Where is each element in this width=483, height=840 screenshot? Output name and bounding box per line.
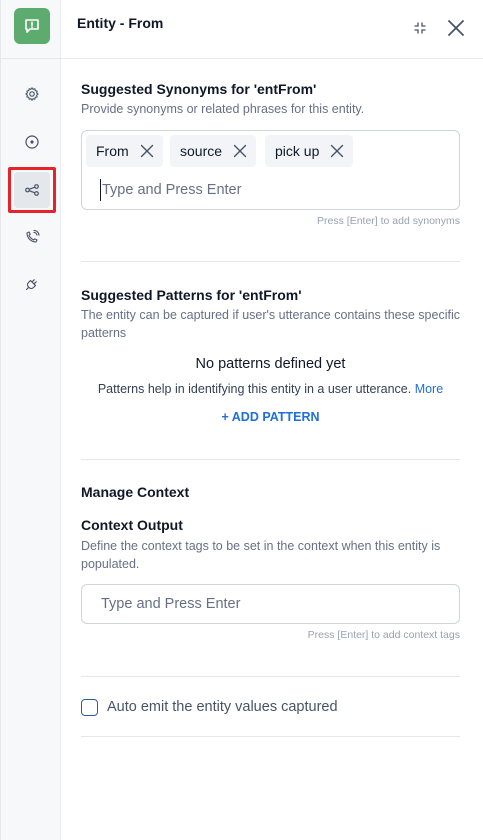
synonym-chip: pick up (265, 135, 354, 167)
active-item-highlight (8, 167, 56, 213)
synonym-input[interactable] (100, 179, 430, 201)
close-icon (140, 144, 153, 158)
patterns-description: The entity can be captured if user's utt… (81, 308, 460, 340)
synonyms-description: Provide synonyms or related phrases for … (81, 102, 365, 116)
chip-remove-button[interactable] (233, 144, 247, 158)
sidebar-item-settings[interactable] (14, 76, 50, 112)
chip-remove-button[interactable] (330, 144, 344, 158)
synonym-chip: source (170, 135, 257, 167)
context-tags-input[interactable] (81, 584, 460, 624)
section-divider (81, 459, 460, 460)
phone-refresh-icon (26, 229, 40, 243)
synonym-chip-label: source (180, 143, 223, 159)
more-link[interactable]: More (415, 382, 443, 396)
synonym-chip: From (86, 135, 163, 167)
sidebar-item-integrations[interactable] (14, 266, 50, 302)
chat-alert-icon (25, 19, 39, 33)
auto-emit-checkbox[interactable] (81, 699, 98, 716)
patterns-empty-text: Patterns help in identifying this entity… (97, 382, 412, 396)
header-divider (61, 58, 483, 59)
context-hint: Press [Enter] to add context tags (307, 629, 460, 641)
synonym-chip-label: From (96, 143, 129, 159)
context-output-title: Context Output (81, 517, 183, 533)
synonym-chip-label: pick up (275, 143, 320, 159)
gear-icon (25, 87, 39, 101)
synonyms-tag-input[interactable]: From source pick up (81, 130, 460, 210)
patterns-title: Suggested Patterns for 'entFrom' (81, 287, 302, 303)
synonyms-title: Suggested Synonyms for 'entFrom' (81, 81, 317, 97)
app-logo[interactable] (14, 8, 50, 44)
add-pattern-button[interactable]: + ADD PATTERN (81, 410, 460, 424)
context-title: Manage Context (81, 484, 190, 500)
auto-emit-label[interactable]: Auto emit the entity values captured (107, 699, 338, 715)
patterns-empty-text-row: Patterns help in identifying this entity… (81, 382, 460, 396)
page-title: Entity - From (77, 15, 164, 31)
synonyms-hint: Press [Enter] to add synonyms (317, 215, 460, 227)
patterns-empty-title: No patterns defined yet (195, 356, 346, 372)
close-icon (233, 144, 247, 158)
context-output-description: Define the context tags to be set in the… (81, 539, 441, 571)
close-button[interactable] (446, 18, 466, 38)
section-divider (81, 261, 460, 262)
plug-icon (25, 279, 37, 291)
close-icon (331, 144, 344, 158)
sidebar-item-target[interactable] (14, 124, 50, 160)
section-divider (81, 676, 460, 677)
sidebar-item-voice[interactable] (14, 219, 50, 255)
target-icon (25, 135, 39, 149)
collapse-button[interactable] (410, 18, 430, 38)
sidebar-rail (0, 0, 62, 840)
chip-remove-button[interactable] (140, 144, 154, 158)
rail-divider (1, 58, 62, 59)
section-divider (81, 736, 460, 737)
collapse-arrows-icon (414, 22, 426, 34)
close-icon (448, 20, 464, 36)
